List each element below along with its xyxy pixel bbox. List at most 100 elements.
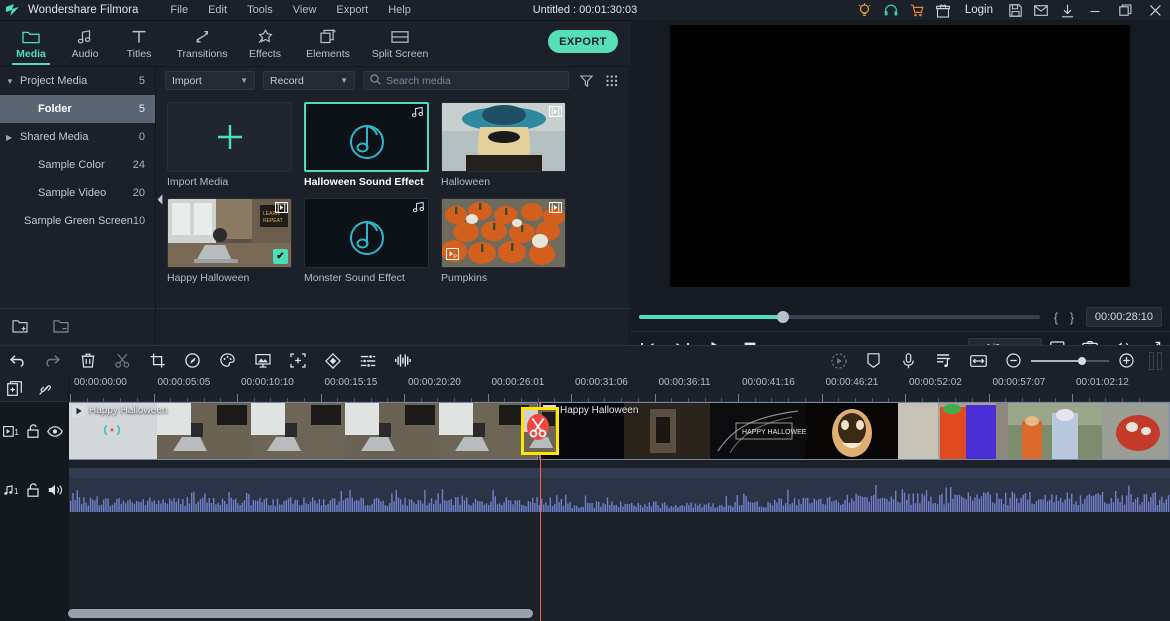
- gift-icon[interactable]: [930, 0, 956, 21]
- fit-timeline-icon[interactable]: [961, 346, 996, 376]
- zoom-slider-track[interactable]: [1031, 356, 1109, 365]
- sidebar-item-project-media[interactable]: ▼ Project Media 5: [0, 67, 155, 95]
- unlock-icon[interactable]: [22, 417, 44, 445]
- media-item-pumpkins[interactable]: P Pumpkins: [441, 198, 566, 284]
- sidebar-item-shared-media[interactable]: ▶ Shared Media 0: [0, 123, 155, 151]
- green-screen-icon[interactable]: [245, 346, 280, 376]
- mail-icon[interactable]: [1028, 0, 1054, 21]
- media-item-label: Monster Sound Effect: [304, 272, 405, 284]
- voiceover-icon[interactable]: [891, 346, 926, 376]
- record-dropdown[interactable]: Record ▼: [263, 71, 355, 90]
- timeline-tracks[interactable]: Happy Halloween HAPPY HALLOWEEN Happy Ha…: [68, 402, 1170, 621]
- timeline-zoom-slider[interactable]: [1031, 346, 1109, 376]
- delete-icon[interactable]: [70, 346, 105, 376]
- audio-track[interactable]: [68, 468, 1170, 512]
- crop-icon[interactable]: [140, 346, 175, 376]
- menu-view[interactable]: View: [283, 2, 327, 18]
- tab-audio[interactable]: Audio: [58, 21, 112, 67]
- import-dropdown[interactable]: Import ▼: [165, 71, 255, 90]
- media-item-monster-sound-effect[interactable]: Monster Sound Effect: [304, 198, 429, 284]
- menu-file[interactable]: File: [160, 2, 198, 18]
- media-item-happy-halloween[interactable]: LEARN REPEAT ✔ Happy Halloween: [167, 198, 292, 284]
- timeline-ruler[interactable]: 00:00:00:00 00:00:05:05 00:00:10:10 00:00:1…: [0, 375, 1170, 402]
- tab-split-screen[interactable]: Split Screen: [364, 21, 436, 67]
- audio-mixer-icon[interactable]: [350, 346, 385, 376]
- mark-out-button[interactable]: }: [1064, 310, 1080, 325]
- image-badge-icon: P: [446, 248, 459, 263]
- speed-icon[interactable]: [175, 346, 210, 376]
- tab-elements[interactable]: Elements: [292, 21, 364, 67]
- zoom-in-icon[interactable]: [1109, 346, 1144, 376]
- tab-effects[interactable]: Effects: [238, 21, 292, 67]
- sidebar-item-sample-color[interactable]: Sample Color 24: [0, 151, 155, 179]
- timeline-horizontal-scrollbar[interactable]: [68, 609, 533, 618]
- menu-help[interactable]: Help: [378, 2, 421, 18]
- headset-icon[interactable]: [878, 0, 904, 21]
- keyframe-icon[interactable]: [315, 346, 350, 376]
- split-bars-icon[interactable]: [1144, 346, 1166, 376]
- download-icon[interactable]: [1054, 0, 1080, 21]
- minimize-button[interactable]: [1080, 0, 1110, 21]
- preview-timecode[interactable]: 00:00:28:10: [1085, 307, 1162, 327]
- media-item-halloween-sound-effect[interactable]: Halloween Sound Effect: [304, 102, 429, 188]
- search-box[interactable]: [363, 71, 569, 90]
- sidebar-item-folder[interactable]: Folder 5: [0, 95, 155, 123]
- media-item-import[interactable]: Import Media: [167, 102, 292, 188]
- chevron-down-icon: ▼: [240, 76, 248, 85]
- menu-bar: File Edit Tools View Export Help: [160, 2, 420, 18]
- video-thumb[interactable]: [441, 102, 566, 172]
- import-placeholder-thumb[interactable]: [167, 102, 292, 172]
- audio-mixer-panel-icon[interactable]: [926, 346, 961, 376]
- cart-icon[interactable]: [904, 0, 930, 21]
- unlock-icon[interactable]: [22, 476, 44, 504]
- lightbulb-icon[interactable]: [852, 0, 878, 21]
- grid-view-icon[interactable]: [603, 75, 621, 87]
- filter-icon[interactable]: [577, 74, 595, 87]
- export-button[interactable]: EXPORT: [548, 30, 618, 53]
- maximize-button[interactable]: [1110, 0, 1140, 21]
- video-track[interactable]: Happy Halloween HAPPY HALLOWEEN Happy Ha…: [68, 402, 1170, 460]
- redo-icon[interactable]: [35, 346, 70, 376]
- sidebar-item-sample-video[interactable]: Sample Video 20: [0, 179, 155, 207]
- timeline-clip-1[interactable]: Happy Halloween: [68, 402, 538, 460]
- preview-seek-handle[interactable]: [777, 311, 790, 323]
- timeline-clip-2[interactable]: HAPPY HALLOWEEN Happy Halloween: [539, 402, 1170, 460]
- remove-folder-icon[interactable]: [53, 319, 70, 336]
- add-track-icon[interactable]: [4, 375, 24, 402]
- split-scissors-icon[interactable]: [105, 346, 140, 376]
- preview-screen[interactable]: [670, 25, 1130, 287]
- pan-zoom-icon[interactable]: [280, 346, 315, 376]
- sidebar-item-sample-green-screen[interactable]: Sample Green Screen 10: [0, 207, 155, 235]
- link-icon[interactable]: [36, 375, 56, 402]
- save-icon[interactable]: [1002, 0, 1028, 21]
- audio-thumb[interactable]: [304, 102, 429, 172]
- tab-media[interactable]: Media: [4, 21, 58, 67]
- menu-edit[interactable]: Edit: [198, 2, 237, 18]
- search-input[interactable]: [386, 74, 562, 87]
- ruler-tick-label: 00:00:05:05: [157, 377, 211, 388]
- undo-icon[interactable]: [0, 346, 35, 376]
- audio-detach-icon[interactable]: [385, 346, 420, 376]
- speaker-icon[interactable]: [44, 476, 66, 504]
- audio-thumb[interactable]: [304, 198, 429, 268]
- color-icon[interactable]: [210, 346, 245, 376]
- menu-export[interactable]: Export: [326, 2, 378, 18]
- eye-icon[interactable]: [44, 417, 66, 445]
- image-thumb[interactable]: P: [441, 198, 566, 268]
- zoom-out-icon[interactable]: [996, 346, 1031, 376]
- preview-seek-bar[interactable]: [639, 311, 1040, 323]
- tab-transitions[interactable]: Transitions: [166, 21, 238, 67]
- plus-icon: [217, 125, 242, 149]
- collapse-left-icon[interactable]: [156, 190, 164, 208]
- zoom-slider-handle[interactable]: [1078, 356, 1087, 365]
- media-item-halloween[interactable]: Halloween: [441, 102, 566, 188]
- render-preview-icon[interactable]: [821, 346, 856, 376]
- menu-tools[interactable]: Tools: [237, 2, 283, 18]
- marker-icon[interactable]: [856, 346, 891, 376]
- new-folder-icon[interactable]: [12, 319, 29, 336]
- login-button[interactable]: Login: [956, 0, 1002, 21]
- video-thumb[interactable]: LEARN REPEAT ✔: [167, 198, 292, 268]
- close-button[interactable]: [1140, 0, 1170, 21]
- mark-in-button[interactable]: {: [1048, 310, 1064, 325]
- tab-titles[interactable]: Titles: [112, 21, 166, 67]
